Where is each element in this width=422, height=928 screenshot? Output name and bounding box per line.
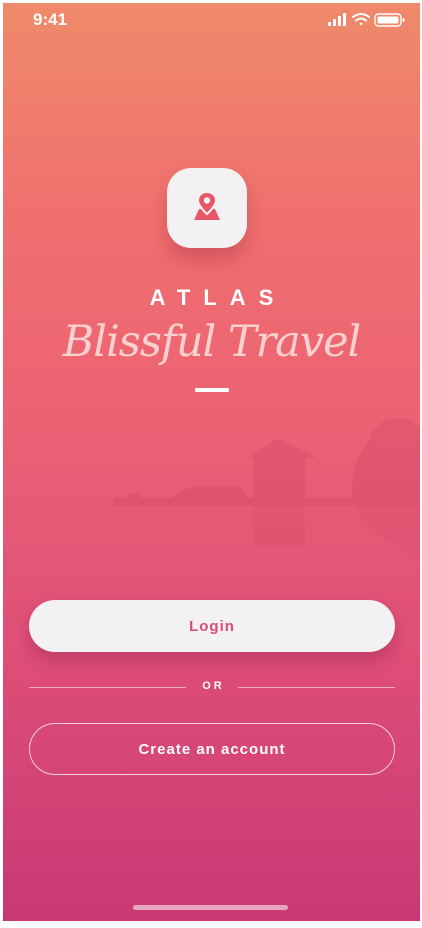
or-separator: OR bbox=[29, 679, 395, 697]
brand-tagline: Blissful Travel bbox=[62, 317, 362, 367]
battery-icon bbox=[374, 13, 405, 27]
status-bar: 9:41 bbox=[3, 3, 420, 37]
or-label: OR bbox=[202, 680, 225, 692]
login-button[interactable]: Login bbox=[29, 600, 395, 652]
status-icons bbox=[328, 12, 408, 28]
brand-name: ATLAS bbox=[149, 285, 287, 310]
home-indicator[interactable] bbox=[133, 905, 288, 910]
welcome-screen: 9:41 ATLAS Blissful Travel Login OR Crea… bbox=[3, 3, 420, 921]
create-account-button[interactable]: Create an account bbox=[29, 723, 395, 775]
separator-line-right bbox=[238, 687, 395, 688]
map-pin-icon bbox=[194, 190, 220, 220]
app-logo bbox=[167, 168, 247, 248]
wifi-icon bbox=[352, 13, 370, 26]
signal-icon bbox=[328, 13, 346, 26]
status-time: 9:41 bbox=[33, 10, 68, 29]
lake-scenery-image bbox=[113, 418, 420, 558]
title-divider bbox=[195, 388, 229, 392]
